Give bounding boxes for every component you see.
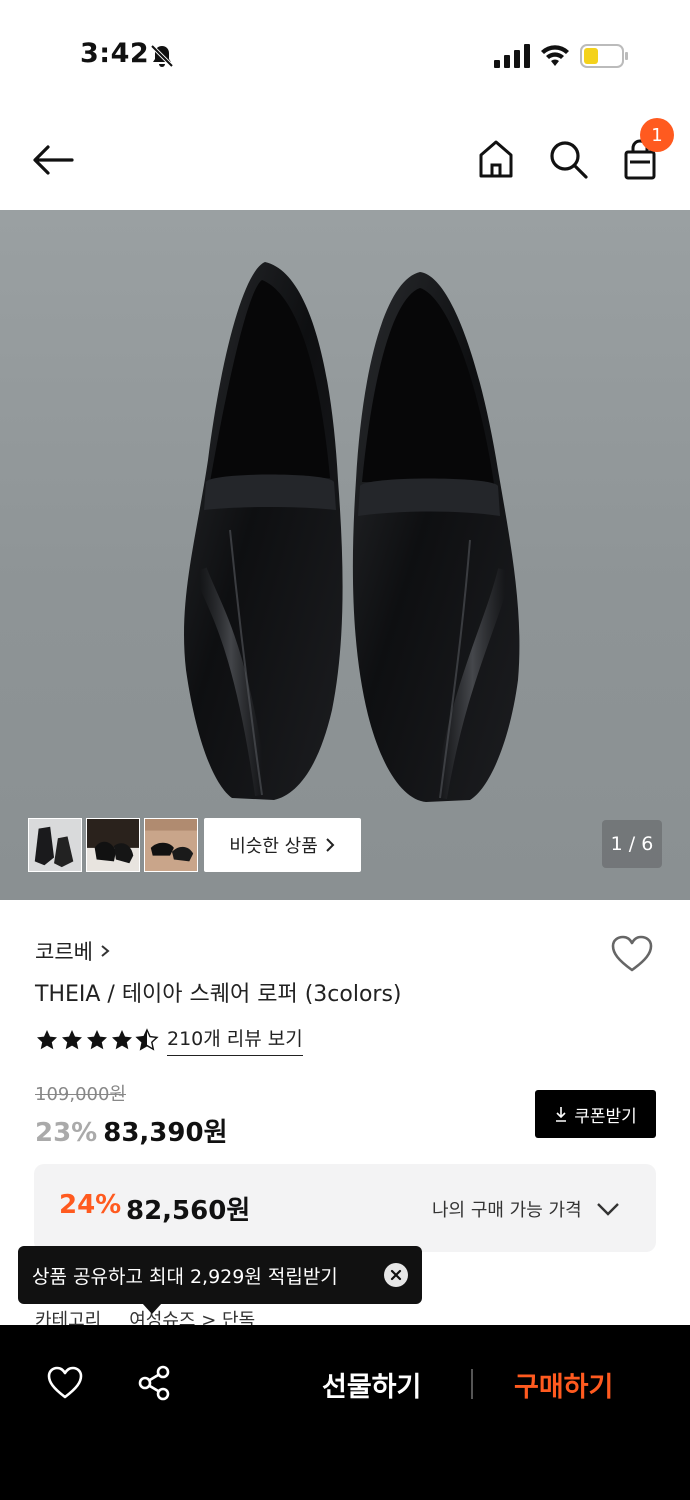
status-bar: 3:42 bbox=[0, 0, 690, 110]
back-arrow-icon bbox=[33, 145, 74, 175]
my-price-panel[interactable]: 24% 82,560원 나의 구매 가능 가격 bbox=[34, 1164, 656, 1252]
battery-icon bbox=[580, 44, 628, 68]
original-price: 109,000원 bbox=[35, 1084, 126, 1105]
thumbnail-2[interactable] bbox=[86, 818, 140, 872]
chevron-right-icon bbox=[101, 945, 110, 957]
my-discount-rate: 24% bbox=[59, 1190, 122, 1220]
star-icon bbox=[37, 1030, 57, 1050]
product-photo bbox=[184, 262, 520, 802]
home-icon[interactable] bbox=[474, 136, 518, 182]
price-row: 23% 83,390원 bbox=[35, 1112, 228, 1149]
download-icon bbox=[556, 1107, 567, 1122]
product-image-gallery[interactable]: 비슷한 상품 1 / 6 bbox=[0, 210, 690, 900]
tooltip-text: 상품 공유하고 최대 2,929원 적립받기 bbox=[32, 1265, 338, 1288]
brand-link[interactable]: 코르베 bbox=[35, 936, 111, 966]
star-icon bbox=[62, 1030, 82, 1050]
similar-products-button[interactable]: 비슷한 상품 bbox=[204, 818, 361, 872]
tooltip-close-button[interactable] bbox=[384, 1263, 408, 1287]
header bbox=[0, 110, 690, 210]
thumbnail-strip bbox=[28, 818, 198, 872]
product-name: THEIA / 테이아 스퀘어 로퍼 (3colors) bbox=[35, 982, 402, 1007]
star-icon bbox=[87, 1030, 107, 1050]
cellular-signal-icon bbox=[494, 44, 530, 68]
star-icon bbox=[112, 1030, 132, 1050]
buy-button[interactable]: 구매하기 bbox=[514, 1365, 613, 1404]
gift-button[interactable]: 선물하기 bbox=[322, 1365, 421, 1404]
divider bbox=[471, 1369, 473, 1399]
my-price: 82,560원 bbox=[126, 1196, 251, 1226]
similar-products-label: 비슷한 상품 bbox=[229, 836, 318, 857]
wishlist-heart-icon[interactable] bbox=[610, 934, 654, 974]
my-price-label: 나의 구매 가능 가격 bbox=[432, 1200, 582, 1221]
share-reward-tooltip: 상품 공유하고 최대 2,929원 적립받기 bbox=[18, 1246, 422, 1314]
category-label: 카테고리 bbox=[35, 1310, 102, 1326]
thumbnail-1[interactable] bbox=[28, 818, 82, 872]
rating-row: 210개 리뷰 보기 bbox=[35, 1024, 303, 1056]
image-page-indicator: 1 / 6 bbox=[602, 820, 662, 868]
search-icon[interactable] bbox=[546, 136, 590, 182]
chevron-down-icon bbox=[596, 1203, 619, 1216]
discount-rate: 23% bbox=[35, 1118, 98, 1148]
half-star-icon bbox=[135, 1028, 159, 1051]
sale-price: 83,390원 bbox=[103, 1118, 228, 1148]
cart-count-badge: 1 bbox=[640, 118, 674, 152]
review-link[interactable]: 210개 리뷰 보기 bbox=[167, 1024, 303, 1056]
coupon-label: 쿠폰받기 bbox=[574, 1106, 637, 1127]
my-price-toggle[interactable]: 나의 구매 가능 가격 bbox=[432, 1196, 620, 1222]
brand-name: 코르베 bbox=[35, 940, 93, 964]
star-rating bbox=[35, 1028, 159, 1052]
close-icon bbox=[390, 1269, 402, 1281]
bell-off-icon bbox=[150, 44, 174, 68]
coupon-download-button[interactable]: 쿠폰받기 bbox=[535, 1090, 656, 1138]
status-time: 3:42 bbox=[80, 38, 150, 69]
share-icon[interactable] bbox=[136, 1365, 172, 1401]
bottom-action-bar: 선물하기 구매하기 bbox=[0, 1325, 690, 1500]
wifi-icon bbox=[541, 45, 569, 66]
heart-icon[interactable] bbox=[46, 1365, 84, 1401]
chevron-right-icon bbox=[326, 838, 335, 852]
thumbnail-3[interactable] bbox=[144, 818, 198, 872]
back-button[interactable] bbox=[30, 138, 76, 182]
